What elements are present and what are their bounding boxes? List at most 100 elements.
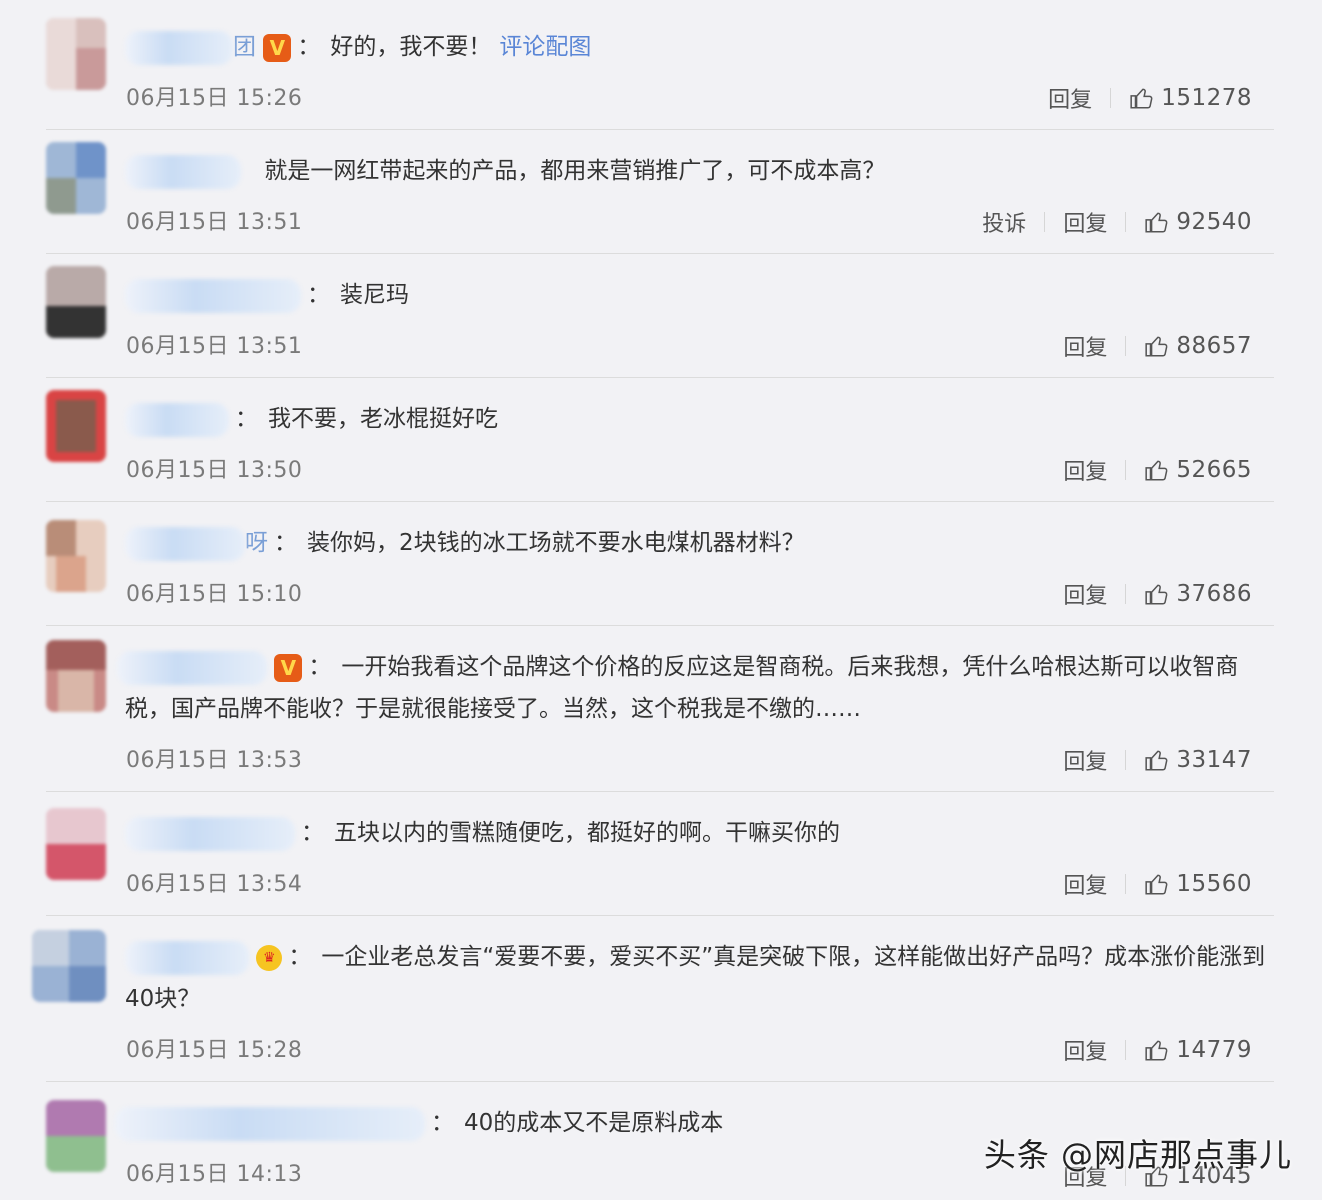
comment-body: ♛：一企业老总发言“爱要不要，爱买不买”真是突破下限，这样能做出好产品吗？成本涨… bbox=[125, 936, 1274, 1020]
username-blurred[interactable] bbox=[125, 154, 241, 189]
username-blurred[interactable] bbox=[125, 816, 295, 851]
comment-actions: 回复 88657 bbox=[1063, 330, 1252, 362]
comment-actions: 回复 37686 bbox=[1063, 578, 1252, 610]
thumbs-up-icon[interactable] bbox=[1144, 209, 1170, 235]
user-avatar[interactable] bbox=[46, 18, 106, 90]
comment-divider bbox=[46, 1081, 1274, 1082]
action-divider bbox=[1125, 460, 1127, 480]
comment-body: ： 我不要，老冰棍挺好吃 bbox=[125, 398, 1274, 440]
colon: ： bbox=[274, 530, 297, 556]
user-avatar[interactable] bbox=[46, 390, 106, 462]
report-button[interactable]: 投诉 bbox=[982, 206, 1026, 238]
comment-time: 06月15日 13:50 bbox=[126, 458, 303, 483]
crown-badge-icon: ♛ bbox=[256, 944, 283, 971]
comment-actions: 回复 33147 bbox=[1063, 744, 1252, 776]
comment-body: V：一开始我看这个品牌这个价格的反应这是智商税。后来我想，凭什么哈根达斯可以收智… bbox=[117, 646, 1274, 730]
verified-badge-icon: V bbox=[263, 33, 292, 62]
comment-body: ： 五块以内的雪糕随便吃，都挺好的啊。干嘛买你的 bbox=[125, 812, 1274, 854]
like-count: 151278 bbox=[1161, 85, 1252, 111]
reply-button[interactable]: 回复 bbox=[1063, 454, 1107, 486]
comment-time: 06月15日 13:53 bbox=[126, 748, 303, 773]
comment-body: 团 V： 好的，我不要！ 评论配图 bbox=[125, 26, 1274, 68]
comment-text: 我不要，老冰棍挺好吃 bbox=[268, 406, 498, 432]
comment-body: 就是一网红带起来的产品，都用来营销推广了，可不成本高？ bbox=[125, 150, 1274, 192]
like-count: 15560 bbox=[1176, 871, 1252, 897]
user-avatar[interactable] bbox=[46, 1100, 106, 1172]
username-fragment[interactable]: 团 bbox=[233, 34, 256, 60]
username-blurred[interactable] bbox=[125, 30, 233, 65]
comment-actions: 回复 151278 bbox=[1048, 82, 1252, 114]
thumbs-up-icon[interactable] bbox=[1129, 85, 1155, 111]
user-avatar[interactable] bbox=[46, 266, 106, 338]
comment-divider bbox=[46, 253, 1274, 254]
action-divider bbox=[1125, 336, 1127, 356]
comment-actions: 回复 52665 bbox=[1063, 454, 1252, 486]
comment-time: 06月15日 13:54 bbox=[126, 872, 303, 897]
colon: ： bbox=[235, 406, 258, 432]
username-blurred[interactable] bbox=[125, 402, 229, 437]
user-avatar[interactable] bbox=[46, 640, 106, 712]
thumbs-up-icon[interactable] bbox=[1144, 1037, 1170, 1063]
reply-button[interactable]: 回复 bbox=[1063, 578, 1107, 610]
comment-divider bbox=[46, 791, 1274, 792]
reply-button[interactable]: 回复 bbox=[1063, 868, 1107, 900]
user-avatar[interactable] bbox=[46, 808, 106, 880]
comment-text: 五块以内的雪糕随便吃，都挺好的啊。干嘛买你的 bbox=[334, 820, 840, 846]
username-blurred[interactable] bbox=[125, 278, 301, 313]
user-avatar[interactable] bbox=[32, 930, 106, 1002]
comment-time: 06月15日 15:28 bbox=[126, 1038, 303, 1063]
comment-text: 40的成本又不是原料成本 bbox=[464, 1110, 724, 1136]
like-count: 37686 bbox=[1176, 581, 1252, 607]
comment-divider bbox=[46, 129, 1274, 130]
comment-actions: 回复 14779 bbox=[1063, 1034, 1252, 1066]
colon: ： bbox=[431, 1110, 454, 1136]
comment-actions: 投诉 回复 92540 bbox=[982, 206, 1252, 238]
username-fragment[interactable]: 呀 bbox=[245, 530, 268, 556]
comment-body: ： 装尼玛 bbox=[125, 274, 1274, 316]
action-divider bbox=[1125, 212, 1127, 232]
verified-badge-icon: V bbox=[274, 653, 303, 682]
comment-divider bbox=[46, 377, 1274, 378]
comment-text: 好的，我不要！ bbox=[330, 34, 492, 60]
reply-button[interactable]: 回复 bbox=[1063, 1034, 1107, 1066]
like-count: 92540 bbox=[1176, 209, 1252, 235]
action-divider bbox=[1110, 88, 1112, 108]
comment-text: 装你妈，2块钱的冰工场就不要水电煤机器材料？ bbox=[307, 530, 805, 556]
like-count: 14779 bbox=[1176, 1037, 1252, 1063]
comment-time: 06月15日 13:51 bbox=[126, 334, 303, 359]
comment-body: 呀： 装你妈，2块钱的冰工场就不要水电煤机器材料？ bbox=[125, 522, 1274, 564]
username-blurred[interactable] bbox=[125, 940, 249, 975]
comment-text: 就是一网红带起来的产品，都用来营销推广了，可不成本高？ bbox=[264, 158, 886, 184]
comment-time: 06月15日 14:13 bbox=[126, 1162, 303, 1187]
thumbs-up-icon[interactable] bbox=[1144, 333, 1170, 359]
comment-divider bbox=[46, 915, 1274, 916]
username-blurred[interactable] bbox=[125, 526, 245, 561]
like-count: 33147 bbox=[1176, 747, 1252, 773]
like-count: 52665 bbox=[1176, 457, 1252, 483]
user-avatar[interactable] bbox=[46, 520, 106, 592]
colon: ： bbox=[297, 34, 321, 60]
comment-divider bbox=[46, 625, 1274, 626]
comment-image-link[interactable]: 评论配图 bbox=[499, 34, 591, 60]
thumbs-up-icon[interactable] bbox=[1144, 581, 1170, 607]
username-blurred[interactable] bbox=[117, 650, 267, 685]
thumbs-up-icon[interactable] bbox=[1144, 747, 1170, 773]
action-divider bbox=[1125, 1040, 1127, 1060]
action-divider bbox=[1125, 584, 1127, 604]
comment-time: 06月15日 13:51 bbox=[126, 210, 303, 235]
reply-button[interactable]: 回复 bbox=[1048, 82, 1092, 114]
action-divider bbox=[1125, 874, 1127, 894]
thumbs-up-icon[interactable] bbox=[1144, 457, 1170, 483]
comment-divider bbox=[46, 501, 1274, 502]
action-divider bbox=[1125, 750, 1127, 770]
toutiao-watermark: 头条 @网店那点事儿 bbox=[983, 1136, 1292, 1174]
like-count: 88657 bbox=[1176, 333, 1252, 359]
comment-actions: 回复 15560 bbox=[1063, 868, 1252, 900]
thumbs-up-icon[interactable] bbox=[1144, 871, 1170, 897]
reply-button[interactable]: 回复 bbox=[1063, 744, 1107, 776]
reply-button[interactable]: 回复 bbox=[1063, 206, 1107, 238]
username-blurred[interactable] bbox=[115, 1106, 425, 1141]
user-avatar[interactable] bbox=[46, 142, 106, 214]
colon: ： bbox=[307, 282, 330, 308]
reply-button[interactable]: 回复 bbox=[1063, 330, 1107, 362]
